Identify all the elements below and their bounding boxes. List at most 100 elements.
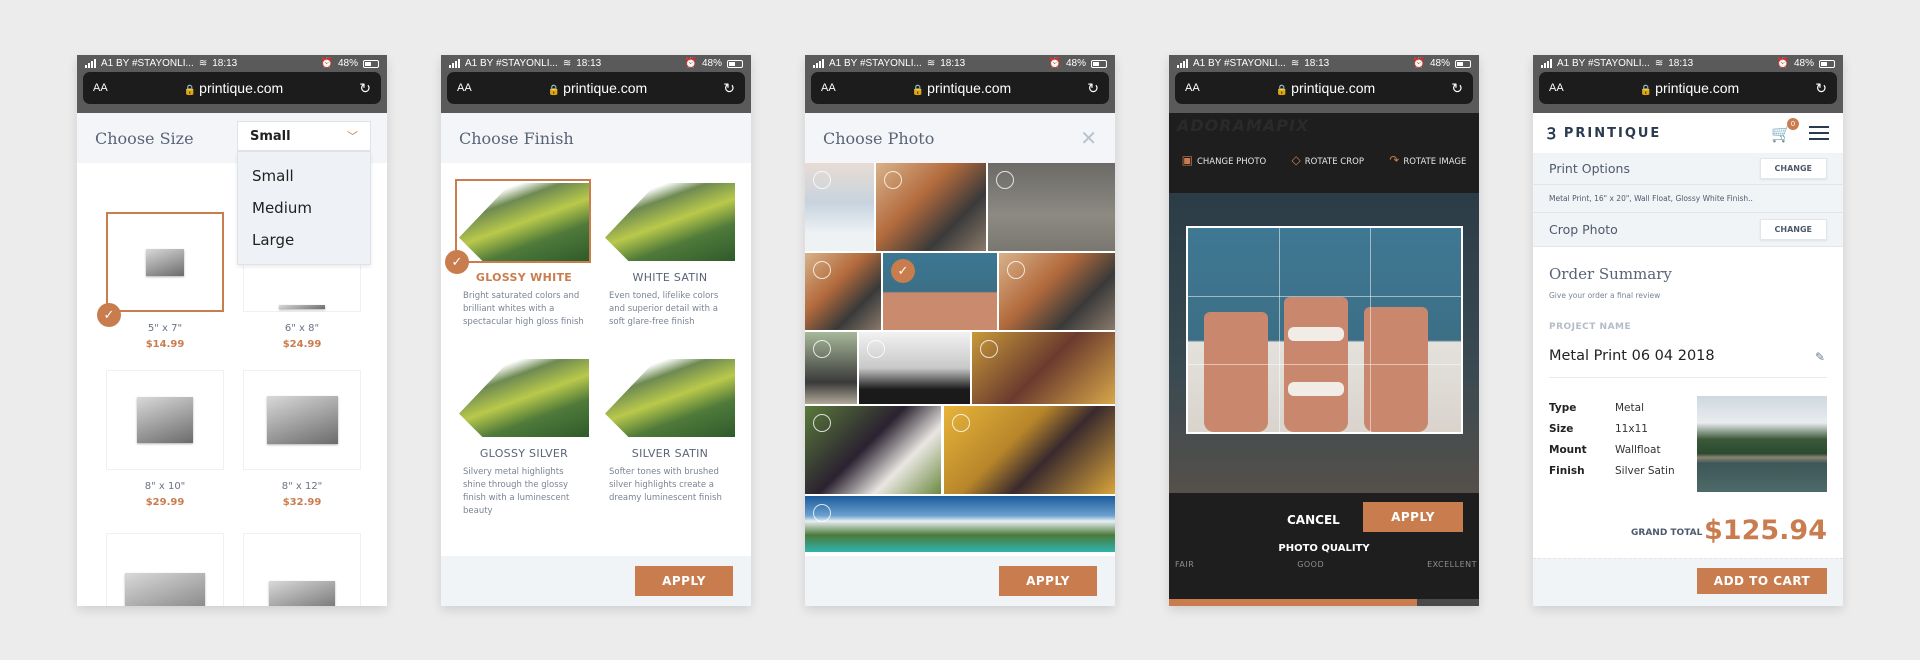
grid-line <box>1188 363 1461 365</box>
cancel-button[interactable]: CANCEL <box>1287 513 1340 527</box>
url-text: printique.com <box>1655 80 1740 96</box>
finish-option[interactable]: SILVER SATIN Softer tones with brushed s… <box>605 359 735 505</box>
rotate-image-button[interactable]: ↷ ROTATE IMAGE <box>1389 153 1466 167</box>
battery-icon <box>727 59 743 68</box>
url-field[interactable]: 🔒 printique.com <box>472 80 724 96</box>
photo-tile[interactable]: ✓ <box>883 253 997 330</box>
menu-item-medium[interactable]: Medium <box>238 192 370 224</box>
photo-tile[interactable] <box>988 163 1115 251</box>
change-crop-button[interactable]: CHANGE <box>1759 219 1827 240</box>
finish-option[interactable]: GLOSSY WHITE Bright saturated colors and… <box>455 179 591 329</box>
select-ring-icon <box>813 171 831 189</box>
change-photo-button[interactable]: ▣ CHANGE PHOTO <box>1182 153 1267 167</box>
url-field[interactable]: 🔒 printique.com <box>836 80 1088 96</box>
crop-editor: ADORAMAPIX ▣ CHANGE PHOTO ◇ ROTATE CROP ↷ R… <box>1169 113 1479 606</box>
signal-icon <box>1541 59 1552 68</box>
reload-icon[interactable]: ↻ <box>1451 80 1463 97</box>
size-card[interactable] <box>106 212 224 312</box>
finish-option[interactable]: GLOSSY SILVER Silvery metal highlights s… <box>459 359 589 518</box>
phone-order-summary: A1 BY #STAYONLI... ≋ 18:13 ⏰ 48% AA 🔒 pri… <box>1533 55 1843 606</box>
adoramapix-logo: ADORAMAPIX <box>1177 116 1310 135</box>
carrier: A1 BY #STAYONLI... <box>829 58 922 69</box>
project-name-field[interactable]: Metal Print 06 04 2018 <box>1549 348 1715 364</box>
menu-item-small[interactable]: Small <box>238 160 370 192</box>
quality-scale: FAIR GOOD EXCELLENT <box>1175 560 1477 569</box>
battery-percent: 48% <box>1065 58 1086 69</box>
rotate-crop-button[interactable]: ◇ ROTATE CROP <box>1292 153 1364 167</box>
hamburger-menu-icon[interactable] <box>1809 122 1829 144</box>
address-bar[interactable]: AA 🔒 printique.com ↻ <box>1539 72 1837 104</box>
photo-tile[interactable] <box>859 332 970 404</box>
reload-icon[interactable]: ↻ <box>359 80 371 97</box>
size-label: 8" x 12" <box>281 481 323 492</box>
clock: 18:13 <box>1668 58 1694 69</box>
crop-box[interactable] <box>1186 226 1463 434</box>
size-card[interactable] <box>243 533 361 606</box>
phone-choose-size: A1 BY #STAYONLI... ≋ 18:13 ⏰ 48% AA 🔒 pri… <box>77 55 387 606</box>
alarm-icon: ⏰ <box>684 58 697 69</box>
photo-tile[interactable] <box>805 332 857 404</box>
text-size-button[interactable]: AA <box>457 82 472 94</box>
reload-icon[interactable]: ↻ <box>1087 80 1099 97</box>
menu-item-large[interactable]: Large <box>238 224 370 256</box>
image-icon: ▣ <box>1181 153 1193 167</box>
close-icon[interactable]: ✕ <box>1080 126 1097 150</box>
footer-bar: APPLY <box>805 556 1115 606</box>
text-size-button[interactable]: AA <box>1549 82 1564 94</box>
battery-percent: 48% <box>701 58 722 69</box>
spec-row: Type Metal <box>1549 398 1675 419</box>
address-bar[interactable]: AA 🔒 printique.com ↻ <box>1175 72 1473 104</box>
printique-logo[interactable]: Ꝫ PRINTIQUE <box>1547 122 1661 144</box>
photo-canvas[interactable] <box>1169 193 1479 493</box>
url-field[interactable]: 🔒 printique.com <box>1564 80 1816 96</box>
grand-total-label: GRAND TOTAL <box>1631 528 1703 538</box>
address-bar[interactable]: AA 🔒 printique.com ↻ <box>83 72 381 104</box>
size-label: 6" x 8" <box>284 323 320 334</box>
apply-button[interactable]: APPLY <box>1363 502 1463 532</box>
address-bar[interactable]: AA 🔒 printique.com ↻ <box>447 72 745 104</box>
text-size-button[interactable]: AA <box>93 82 108 94</box>
apply-button[interactable]: APPLY <box>635 566 733 596</box>
reload-icon[interactable]: ↻ <box>1815 80 1827 97</box>
size-price: $24.99 <box>282 339 322 350</box>
size-thumbnail <box>125 573 205 606</box>
add-to-cart-button[interactable]: ADD TO CART <box>1697 568 1827 594</box>
photo-tile[interactable] <box>805 163 874 251</box>
url-field[interactable]: 🔒 printique.com <box>1200 80 1452 96</box>
apply-button[interactable]: APPLY <box>999 566 1097 596</box>
photo-tile[interactable] <box>805 496 1115 552</box>
battery-percent: 48% <box>337 58 358 69</box>
cart-icon[interactable]: 🛒 0 <box>1771 117 1799 143</box>
clock: 18:13 <box>1304 58 1330 69</box>
url-field[interactable]: 🔒 printique.com <box>108 80 360 96</box>
size-card[interactable] <box>106 533 224 606</box>
alarm-icon: ⏰ <box>1048 58 1061 69</box>
quality-bar <box>1169 599 1479 606</box>
size-thumbnail <box>279 305 325 309</box>
finish-desc: Softer tones with brushed silver highlig… <box>609 467 722 503</box>
photo-tile[interactable] <box>944 406 1115 494</box>
photo-tile[interactable] <box>999 253 1115 330</box>
size-card[interactable] <box>106 370 224 470</box>
size-price: $14.99 <box>145 339 185 350</box>
photo-tile[interactable] <box>805 406 941 494</box>
size-category-select[interactable]: Small ﹀ <box>237 121 371 151</box>
photo-tile[interactable] <box>972 332 1115 404</box>
finish-option[interactable]: WHITE SATIN Even toned, lifelike colors … <box>605 183 735 329</box>
size-card[interactable] <box>243 370 361 470</box>
change-print-options-button[interactable]: CHANGE <box>1759 158 1827 179</box>
footer-bar: APPLY <box>441 556 751 606</box>
signal-icon <box>449 59 460 68</box>
address-bar[interactable]: AA 🔒 printique.com ↻ <box>811 72 1109 104</box>
photo-tile[interactable] <box>805 253 881 330</box>
text-size-button[interactable]: AA <box>821 82 836 94</box>
size-thumbnail <box>269 581 335 606</box>
finish-name: WHITE SATIN <box>632 271 708 284</box>
text-size-button[interactable]: AA <box>1185 82 1200 94</box>
edit-pencil-icon[interactable]: ✎ <box>1815 350 1825 364</box>
photo-tile[interactable] <box>876 163 986 251</box>
reload-icon[interactable]: ↻ <box>723 80 735 97</box>
finish-image <box>605 183 735 261</box>
spec-value: Metal <box>1615 402 1644 414</box>
size-thumbnail <box>137 397 193 443</box>
